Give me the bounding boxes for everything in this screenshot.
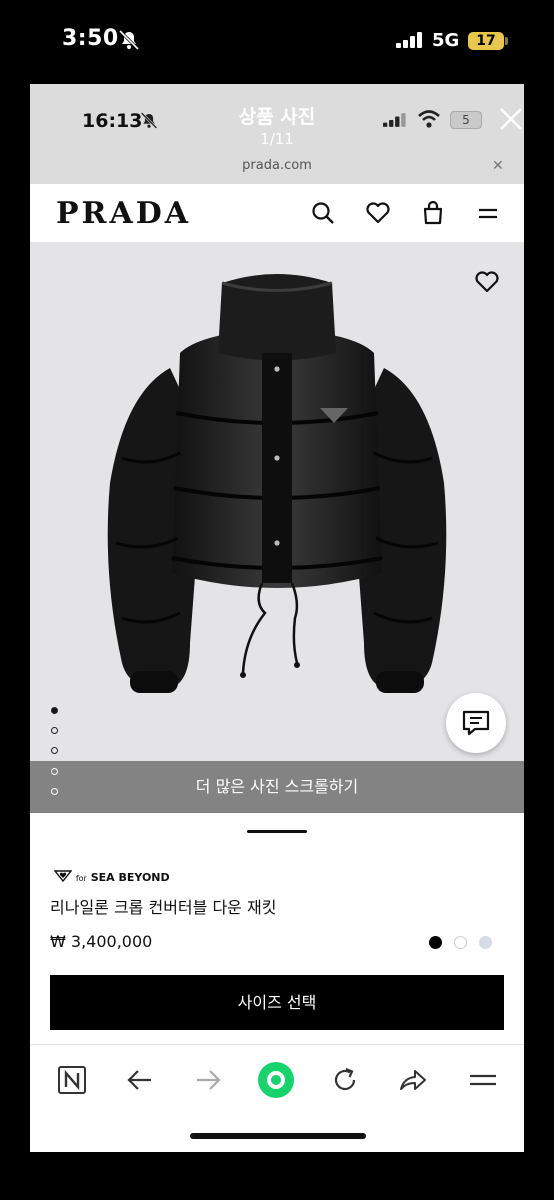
puffer-jacket-image [107, 274, 447, 693]
home-indicator[interactable] [190, 1133, 366, 1139]
badge-for-text: for [75, 874, 87, 883]
battery-tip [505, 37, 508, 45]
url-bar[interactable]: prada.com [30, 158, 524, 173]
share-icon[interactable] [396, 1063, 430, 1097]
sea-beyond-badge: for SEA BEYOND [53, 870, 170, 884]
silent-bell-icon [118, 30, 140, 50]
viewer-header: 16:13 상품 사진 1/11 5 prada.com ✕ [30, 84, 524, 184]
inner-battery-indicator: 5 [450, 111, 482, 129]
gallery-dot[interactable] [51, 727, 58, 734]
color-swatch-light-blue[interactable] [479, 936, 492, 949]
select-size-button[interactable]: 사이즈 선택 [50, 975, 504, 1030]
signal-icon [383, 113, 406, 127]
drag-handle[interactable] [247, 830, 307, 833]
close-icon[interactable] [496, 104, 524, 134]
status-time: 3:50 [62, 26, 119, 51]
site-header: PRADA [30, 184, 524, 243]
network-type: 5G [432, 30, 460, 51]
url-close-icon[interactable]: ✕ [492, 158, 504, 174]
color-swatch-white[interactable] [454, 936, 467, 949]
gallery-dot[interactable] [51, 768, 58, 775]
product-image[interactable]: 더 많은 사진 스크롤하기 [30, 243, 524, 813]
battery-indicator: 17 [468, 32, 504, 50]
color-swatch-black[interactable] [429, 936, 442, 949]
forward-arrow-icon[interactable] [191, 1063, 225, 1097]
prada-logo[interactable]: PRADA [56, 196, 191, 231]
badge-brand-text: SEA BEYOND [90, 871, 170, 884]
menu-icon[interactable] [466, 1063, 500, 1097]
more-photos-bar[interactable]: 더 많은 사진 스크롤하기 [30, 761, 524, 813]
gallery-dot[interactable] [51, 707, 58, 714]
signal-icon [396, 32, 422, 48]
back-arrow-icon[interactable] [123, 1063, 157, 1097]
product-price: ₩ 3,400,000 [50, 932, 153, 951]
photo-viewer-screen: 16:13 상품 사진 1/11 5 prada.com ✕ PRADA 더 많… [30, 84, 524, 1152]
product-name: 리나일론 크롭 컨버터블 다운 재킷 [50, 898, 277, 917]
wifi-icon [418, 110, 440, 128]
gallery-dot[interactable] [51, 747, 58, 754]
chat-button[interactable] [446, 693, 506, 753]
naver-icon[interactable] [55, 1063, 89, 1097]
wishlist-heart-icon[interactable] [474, 269, 500, 295]
heart-triangle-icon [53, 870, 73, 883]
more-photos-label: 더 많은 사진 스크롤하기 [195, 777, 359, 796]
bag-icon[interactable] [420, 200, 446, 226]
search-icon[interactable] [310, 200, 336, 226]
heart-icon[interactable] [365, 200, 391, 226]
green-home-icon[interactable] [256, 1060, 296, 1100]
chat-icon [462, 710, 490, 736]
image-counter: 1/11 [260, 130, 294, 148]
browser-toolbar [30, 1044, 524, 1152]
reload-icon[interactable] [328, 1063, 362, 1097]
menu-icon[interactable] [475, 200, 501, 226]
gallery-dot[interactable] [51, 788, 58, 795]
